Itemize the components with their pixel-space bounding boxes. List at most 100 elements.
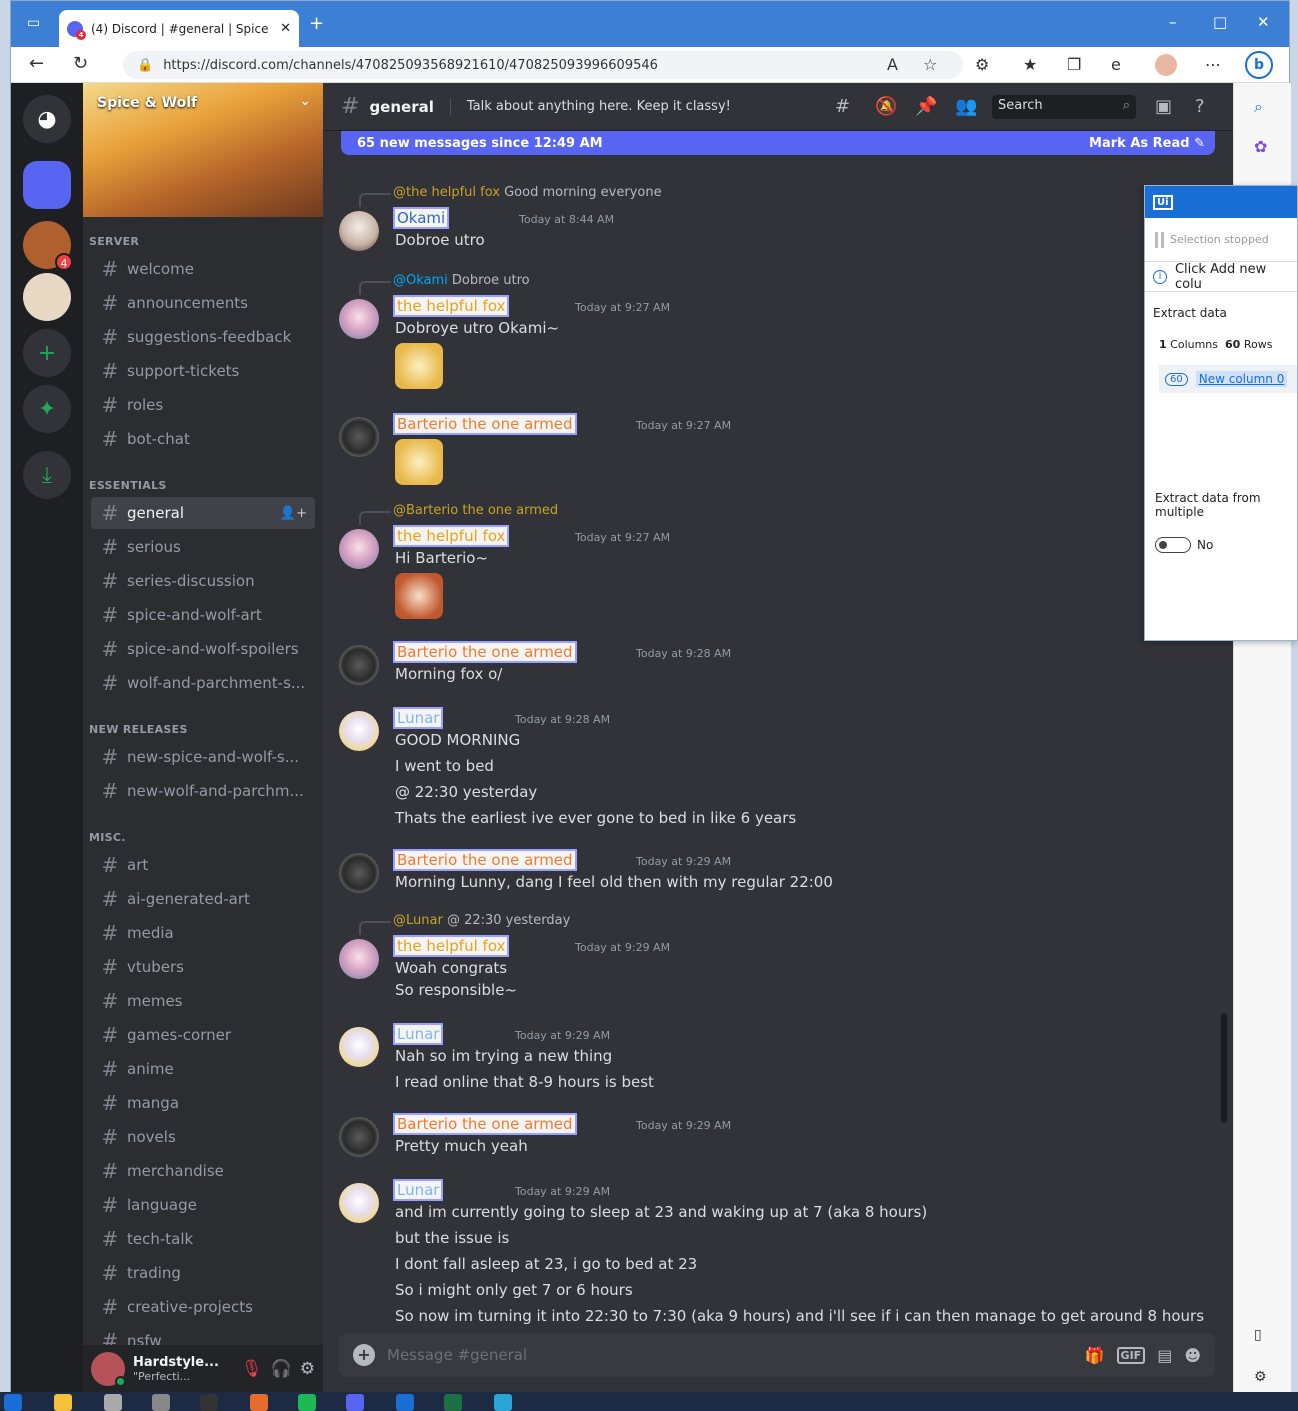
sticker-image[interactable]: [395, 573, 443, 619]
category-header[interactable]: NEW RELEASES: [89, 723, 188, 736]
avatar[interactable]: [91, 1352, 126, 1387]
excel-icon[interactable]: [444, 1394, 462, 1411]
firefox-icon[interactable]: [250, 1394, 268, 1411]
mute-mic-icon[interactable]: 🎙: [241, 1359, 263, 1379]
notepad-icon[interactable]: [104, 1394, 122, 1411]
pin-icon[interactable]: 📌: [915, 96, 937, 117]
sticker-image[interactable]: [395, 343, 443, 389]
channel-item[interactable]: # merchandise: [91, 1155, 315, 1187]
new-tab-icon[interactable]: +: [309, 13, 324, 34]
author-name[interactable]: the helpful fox: [393, 525, 510, 547]
gift-icon[interactable]: 🎁: [1085, 1346, 1105, 1365]
channel-item[interactable]: # welcome: [91, 253, 315, 285]
channel-item[interactable]: # games-corner: [91, 1019, 315, 1051]
channel-item[interactable]: # series-discussion: [91, 565, 315, 597]
channel-item[interactable]: # suggestions-feedback: [91, 321, 315, 353]
avatar[interactable]: [339, 1117, 379, 1157]
channel-item[interactable]: # trading: [91, 1257, 315, 1289]
explore-servers-icon[interactable]: ✦: [23, 385, 71, 433]
author-name[interactable]: the helpful fox: [393, 935, 510, 957]
avatar[interactable]: [339, 711, 379, 751]
sidebar-settings-icon[interactable]: ⚙: [1254, 1369, 1267, 1385]
category-header[interactable]: ESSENTIALS: [89, 479, 167, 492]
category-header[interactable]: MISC.: [89, 831, 126, 844]
uipath-taskbar-icon[interactable]: [396, 1394, 414, 1411]
start-icon[interactable]: [4, 1394, 22, 1411]
reply-preview[interactable]: @Okami Dobroe utro: [359, 273, 530, 295]
server-folder[interactable]: [23, 161, 71, 209]
gif-button[interactable]: GIF: [1116, 1346, 1146, 1364]
help-icon[interactable]: ?: [1195, 96, 1205, 117]
channel-item[interactable]: # tech-talk: [91, 1223, 315, 1255]
add-server-icon[interactable]: +: [23, 329, 71, 377]
channel-item[interactable]: # novels: [91, 1121, 315, 1153]
discord-taskbar-icon[interactable]: [346, 1394, 364, 1411]
channel-item[interactable]: # bot-chat: [91, 423, 315, 455]
avatar[interactable]: [339, 853, 379, 893]
browser-tab[interactable]: 4 (4) Discord | #general | Spice & W ✕: [59, 10, 299, 47]
read-aloud-icon[interactable]: A: [887, 55, 898, 74]
category-header[interactable]: SERVER: [89, 235, 139, 248]
chevron-down-icon[interactable]: ⌄: [299, 93, 311, 109]
maximize-icon[interactable]: □: [1213, 13, 1227, 31]
channel-item[interactable]: # media: [91, 917, 315, 949]
channel-item[interactable]: # new-wolf-and-parchm...: [91, 775, 315, 807]
channel-item[interactable]: # vtubers: [91, 951, 315, 983]
collections-icon[interactable]: ❐: [1067, 55, 1081, 74]
tab-actions-icon[interactable]: ▭: [27, 15, 40, 31]
threads-icon[interactable]: #: [835, 96, 850, 117]
channel-item[interactable]: # manga: [91, 1087, 315, 1119]
emoji-icon[interactable]: ☻: [1184, 1346, 1201, 1365]
avatar[interactable]: [339, 645, 379, 685]
close-tab-icon[interactable]: ✕: [280, 21, 291, 36]
settings-icon[interactable]: [152, 1394, 170, 1411]
reply-preview[interactable]: @the helpful fox Good morning everyone: [359, 185, 662, 207]
channel-item[interactable]: # memes: [91, 985, 315, 1017]
member-list-icon[interactable]: 👥: [955, 96, 977, 117]
message-composer[interactable]: + Message #general 🎁 GIF ▤ ☻: [339, 1333, 1215, 1377]
scrollbar[interactable]: [1221, 1013, 1227, 1123]
channel-item[interactable]: # art: [91, 849, 315, 881]
avatar[interactable]: [339, 1183, 379, 1223]
multi-page-toggle[interactable]: [1155, 537, 1191, 553]
avatar[interactable]: [339, 211, 379, 251]
new-messages-bar[interactable]: 65 new messages since 12:49 AM Mark As R…: [341, 131, 1215, 155]
browser-essentials-icon[interactable]: e: [1111, 55, 1121, 74]
channel-item[interactable]: # support-tickets: [91, 355, 315, 387]
settings-gear-icon[interactable]: ⚙: [300, 1359, 315, 1379]
channel-item[interactable]: # wolf-and-parchment-s...: [91, 667, 315, 699]
avatar[interactable]: [339, 529, 379, 569]
extensions-icon[interactable]: ⚙: [975, 55, 989, 74]
server-banner[interactable]: Spice & Wolf ⌄: [83, 83, 323, 217]
author-name[interactable]: Okami: [393, 207, 450, 229]
search-icon[interactable]: ⌕: [1254, 97, 1263, 117]
bing-chat-icon[interactable]: b: [1245, 51, 1273, 79]
sidebar-toggle-icon[interactable]: ▯: [1254, 1327, 1262, 1343]
file-explorer-icon[interactable]: [54, 1394, 72, 1411]
server-anime[interactable]: [23, 273, 71, 321]
channel-item[interactable]: # spice-and-wolf-art: [91, 599, 315, 631]
channel-item[interactable]: # general 👤+: [91, 497, 315, 529]
edge-icon[interactable]: [494, 1394, 512, 1411]
avatar[interactable]: [339, 1027, 379, 1067]
notifications-muted-icon[interactable]: 🔕: [875, 96, 897, 117]
author-name[interactable]: Barterio the one armed: [393, 849, 577, 871]
author-name[interactable]: Barterio the one armed: [393, 1113, 577, 1135]
column-name-field[interactable]: New column 0: [1195, 371, 1288, 387]
author-name[interactable]: Barterio the one armed: [393, 413, 577, 435]
author-name[interactable]: Lunar: [393, 1023, 444, 1045]
headphones-icon[interactable]: 🎧: [271, 1359, 292, 1379]
message-input[interactable]: Message #general: [387, 1346, 1073, 1364]
profile-avatar[interactable]: [1155, 54, 1177, 76]
mark-as-read-button[interactable]: Mark As Read ✎: [1089, 136, 1205, 151]
channel-item[interactable]: # spice-and-wolf-spoilers: [91, 633, 315, 665]
avatar[interactable]: [339, 417, 379, 457]
author-name[interactable]: Barterio the one armed: [393, 641, 577, 663]
sticker-image[interactable]: [395, 439, 443, 485]
channel-item[interactable]: # announcements: [91, 287, 315, 319]
minimize-icon[interactable]: –: [1169, 13, 1177, 31]
author-name[interactable]: Lunar: [393, 707, 444, 729]
more-menu-icon[interactable]: ⋯: [1205, 55, 1221, 74]
channel-item[interactable]: # ai-generated-art: [91, 883, 315, 915]
avatar[interactable]: [339, 299, 379, 339]
